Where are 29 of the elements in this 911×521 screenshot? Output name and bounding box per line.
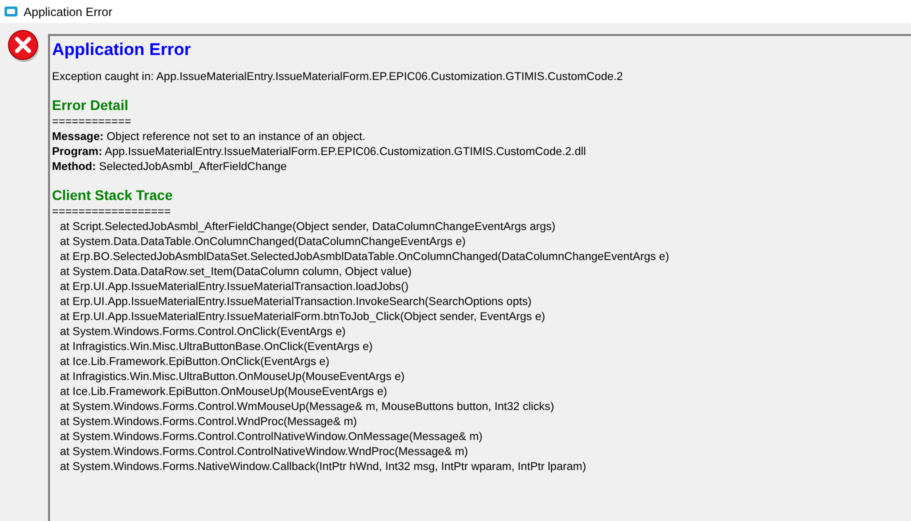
- stack-line: at Ice.Lib.Framework.EpiButton.OnClick(EventArgs e): [60, 356, 330, 368]
- stack-line: at System.Windows.Forms.Control.ControlNativeWindow.OnMessage(Message& m): [60, 431, 483, 443]
- stack-line: at Ice.Lib.Framework.EpiButton.OnMouseUp(MouseEventArgs e): [60, 386, 388, 398]
- field-text: Message: Object reference not set to an instance of an object.: [52, 131, 366, 143]
- stack-line: at Erp.UI.App.IssueMaterialEntry.IssueMaterialForm.btnToJob_Click(Object sender, EventArgs e): [60, 311, 546, 323]
- separator-text: ==================: [52, 206, 171, 218]
- stack-line: at System.Data.DataRow.set_Item(DataColumn column, Object value): [60, 266, 412, 278]
- section-heading: Error Detail: [52, 97, 128, 113]
- window-title: Application Error: [24, 4, 112, 20]
- stack-line: at Infragistics.Win.Misc.UltraButton.OnMouseUp(MouseEventArgs e): [60, 371, 405, 383]
- exception-text: Exception caught in: App.IssueMaterialEntry.IssueMaterialForm.EP.EPIC06.Customization.GTIMIS.CustomCode.2: [52, 71, 623, 83]
- stack-line: at System.Data.DataTable.OnColumnChanged(DataColumnChangeEventArgs e): [60, 236, 466, 248]
- error-heading: Application Error: [52, 40, 191, 59]
- separator-text: ============: [52, 116, 132, 128]
- field-text: Method: SelectedJobAsmbl_AfterFieldChange: [52, 161, 287, 173]
- field-text: Program: App.IssueMaterialEntry.IssueMaterialForm.EP.EPIC06.Customization.GTIMIS.CustomCode.2.dll: [52, 146, 586, 158]
- stack-line: at Infragistics.Win.Misc.UltraButtonBase.OnClick(EventArgs e): [60, 341, 373, 353]
- stack-line: at System.Windows.Forms.Control.WndProc(Message& m): [60, 416, 357, 428]
- error-icon: [7, 28, 41, 63]
- stack-line: at System.Windows.Forms.Control.WmMouseUp(Message& m, MouseButtons button, Int32 clicks): [60, 401, 554, 413]
- app-icon: [4, 6, 18, 17]
- stack-line: at System.Windows.Forms.Control.ControlNativeWindow.WndProc(Message& m): [60, 446, 468, 458]
- stack-line: at Erp.BO.SelectedJobAsmblDataSet.SelectedJobAsmblDataTable.OnColumnChanged(DataColumnChangeEventArgs e): [60, 251, 670, 263]
- stack-line: at System.Windows.Forms.NativeWindow.Callback(IntPtr hWnd, Int32 msg, IntPtr wparam, IntPtr lparam): [60, 461, 586, 473]
- section-heading: Client Stack Trace: [52, 187, 173, 203]
- stack-line: at Erp.UI.App.IssueMaterialEntry.IssueMaterialTransaction.loadJobs(): [60, 281, 408, 293]
- stack-line: at System.Windows.Forms.Control.OnClick(EventArgs e): [60, 326, 346, 338]
- stack-line: at Erp.UI.App.IssueMaterialEntry.IssueMaterialTransaction.InvokeSearch(SearchOptions opts): [60, 296, 532, 308]
- stack-line: at Script.SelectedJobAsmbl_AfterFieldChange(Object sender, DataColumnChangeEventArgs args): [60, 221, 556, 233]
